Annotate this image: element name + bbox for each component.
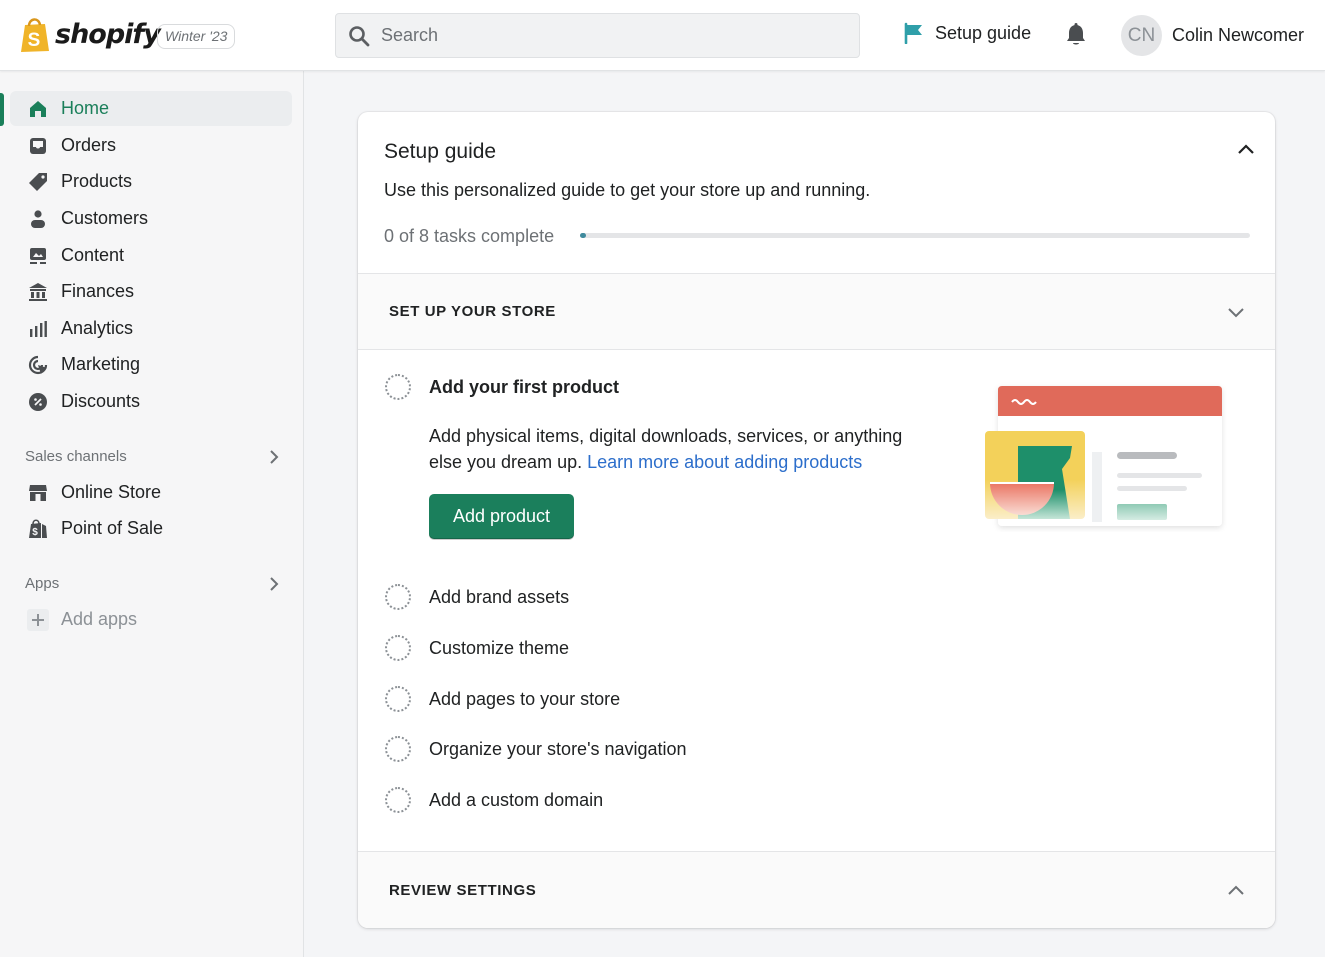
shopify-logo[interactable]: S shopify — [19, 16, 161, 53]
add-apps-label: Add apps — [61, 609, 138, 629]
brand-wordmark: shopify — [55, 19, 161, 50]
search-input[interactable] — [381, 25, 821, 46]
task-add-brand-assets[interactable]: Add brand assets — [385, 584, 569, 610]
progress-label: 0 of 8 tasks complete — [384, 226, 555, 246]
setup-guide-card: Setup guide Use this personalized guide … — [358, 112, 1275, 928]
task-label: Add brand assets — [429, 586, 570, 607]
sidebar-item-label: Discounts — [61, 391, 141, 411]
task-label: Customize theme — [429, 637, 570, 658]
task-label: Add a custom domain — [429, 789, 604, 810]
shopify-bag-icon: $ — [27, 518, 49, 540]
sidebar-item-label: Customers — [61, 208, 149, 228]
add-apps-button[interactable]: Add apps — [10, 602, 292, 637]
add-product-button[interactable]: Add product — [429, 494, 574, 539]
incomplete-circle-icon[interactable] — [385, 686, 411, 712]
sidebar-item-finances[interactable]: Finances — [10, 274, 292, 309]
sidebar-item-point-of-sale[interactable]: $ Point of Sale — [10, 511, 292, 546]
search-icon — [349, 25, 370, 46]
sidebar-item-products[interactable]: Products — [10, 164, 292, 199]
incomplete-circle-icon[interactable] — [385, 635, 411, 661]
sales-channels-title: Sales channels — [25, 448, 127, 465]
active-indicator — [0, 93, 4, 126]
sidebar-item-label: Content — [61, 245, 125, 265]
bar-chart-icon — [27, 318, 49, 340]
chevron-up-icon — [1238, 144, 1254, 154]
home-icon — [27, 98, 49, 120]
sidebar-item-online-store[interactable]: Online Store — [10, 475, 292, 510]
edition-badge: Winter '23 — [157, 24, 236, 49]
task-description: Add physical items, digital downloads, s… — [429, 423, 929, 475]
section-set-up-your-store[interactable]: SET UP YOUR STORE — [358, 273, 1275, 350]
person-icon — [27, 208, 49, 230]
sidebar-item-content[interactable]: Content — [10, 238, 292, 273]
top-bar: S shopify Winter '23 Setup guide CN Coli… — [0, 0, 1325, 71]
progress-bar — [580, 233, 1250, 238]
apps-header[interactable]: Apps — [25, 575, 280, 592]
incomplete-circle-icon[interactable] — [385, 584, 411, 610]
setup-guide-label: Setup guide — [935, 22, 1032, 43]
task-label: Add your first product — [429, 376, 619, 397]
section-title: SET UP YOUR STORE — [389, 303, 556, 320]
sidebar-item-customers[interactable]: Customers — [10, 201, 292, 236]
sidebar-item-label: Products — [61, 171, 133, 191]
learn-more-link[interactable]: Learn more about adding products — [587, 452, 862, 472]
sidebar-item-label: Home — [61, 98, 110, 118]
content-image-icon — [27, 245, 49, 267]
user-name: Colin Newcomer — [1172, 25, 1305, 45]
incomplete-circle-icon[interactable] — [385, 736, 411, 762]
notifications-button[interactable] — [1063, 22, 1089, 53]
avatar: CN — [1121, 15, 1162, 56]
task-label: Organize your store's navigation — [429, 738, 687, 759]
card-description: Use this personalized guide to get your … — [384, 180, 871, 200]
task-add-first-product[interactable]: Add your first product — [385, 374, 619, 400]
chevron-up-icon — [1228, 885, 1244, 895]
card-title: Setup guide — [384, 140, 497, 163]
sidebar-item-label: Analytics — [61, 318, 134, 338]
bell-icon — [1067, 23, 1085, 45]
user-menu[interactable]: CN Colin Newcomer — [1121, 15, 1304, 56]
task-add-custom-domain[interactable]: Add a custom domain — [385, 787, 603, 813]
product-illustration — [985, 386, 1222, 526]
sidebar-item-label: Online Store — [61, 482, 162, 502]
task-label: Add pages to your store — [429, 688, 621, 709]
progress-fill — [580, 233, 586, 238]
search-bar[interactable] — [335, 13, 860, 58]
task-customize-theme[interactable]: Customize theme — [385, 635, 569, 661]
plus-icon — [27, 608, 49, 631]
storefront-icon — [27, 482, 49, 504]
flag-icon — [904, 22, 922, 44]
sidebar-item-analytics[interactable]: Analytics — [10, 311, 292, 346]
discount-badge-icon — [27, 391, 49, 413]
task-organize-navigation[interactable]: Organize your store's navigation — [385, 736, 687, 762]
bank-icon — [27, 281, 49, 303]
chevron-down-icon — [1228, 307, 1244, 317]
sidebar-item-orders[interactable]: Orders — [10, 128, 292, 163]
orders-inbox-icon — [27, 135, 49, 157]
sidebar-item-discounts[interactable]: Discounts — [10, 384, 292, 419]
sidebar-item-label: Finances — [61, 281, 135, 301]
incomplete-circle-icon[interactable] — [385, 374, 411, 400]
sidebar-item-home[interactable]: Home — [10, 91, 292, 126]
tag-icon — [27, 171, 49, 193]
target-cursor-icon — [27, 354, 49, 376]
collapse-card-button[interactable] — [1237, 142, 1255, 161]
setup-guide-link[interactable]: Setup guide — [903, 22, 1031, 44]
task-add-pages[interactable]: Add pages to your store — [385, 686, 620, 712]
svg-text:$: $ — [32, 527, 38, 538]
sidebar-item-label: Point of Sale — [61, 518, 164, 538]
sidebar-item-label: Marketing — [61, 354, 141, 374]
shopify-bag-icon: S — [21, 18, 49, 52]
sidebar-item-marketing[interactable]: Marketing — [10, 347, 292, 382]
chevron-right-icon — [270, 576, 279, 591]
apps-title: Apps — [25, 575, 60, 592]
sidebar-item-label: Orders — [61, 135, 117, 155]
chevron-right-icon — [270, 449, 279, 464]
incomplete-circle-icon[interactable] — [385, 787, 411, 813]
svg-text:S: S — [28, 30, 41, 51]
section-title: REVIEW SETTINGS — [389, 881, 537, 899]
section-review-settings[interactable]: REVIEW SETTINGS — [358, 851, 1275, 928]
sales-channels-header[interactable]: Sales channels — [25, 448, 280, 465]
